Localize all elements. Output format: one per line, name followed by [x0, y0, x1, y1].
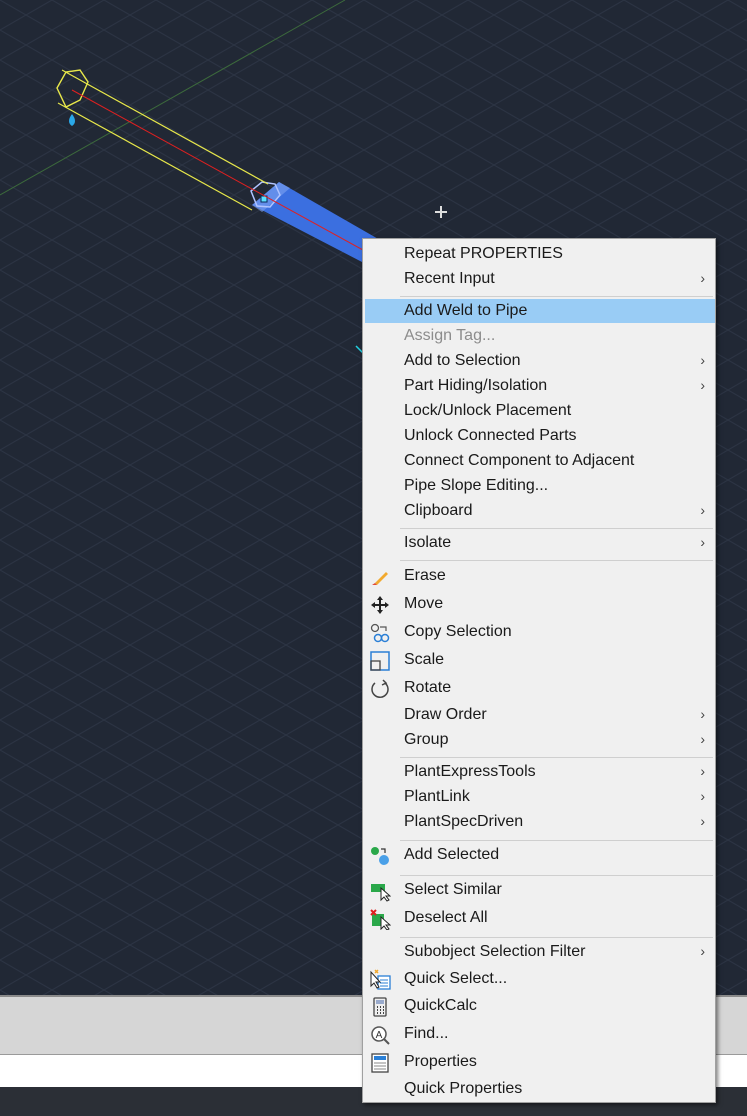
menu-item-label: Subobject Selection Filter	[404, 943, 586, 960]
menu-item-add-weld-to-pipe[interactable]: Add Weld to Pipe	[365, 299, 715, 323]
submenu-arrow-icon: ›	[700, 270, 705, 286]
submenu-arrow-icon: ›	[700, 352, 705, 368]
menu-item-connect-component-to-adjacent[interactable]: Connect Component to Adjacent	[365, 449, 715, 473]
submenu-arrow-icon: ›	[700, 813, 705, 829]
menu-separator	[400, 296, 713, 297]
menu-item-properties[interactable]: Properties	[365, 1050, 715, 1074]
properties-icon	[371, 1053, 389, 1073]
menu-item-label: Connect Component to Adjacent	[404, 452, 635, 469]
menu-item-label: Properties	[404, 1053, 477, 1070]
submenu-arrow-icon: ›	[700, 731, 705, 747]
menu-item-clipboard[interactable]: Clipboard ›	[365, 499, 715, 523]
menu-item-label: Group	[404, 731, 449, 748]
menu-item-find[interactable]: A Find...	[365, 1022, 715, 1046]
menu-item-label: Add Selected	[404, 846, 500, 863]
menu-item-label: Draw Order	[404, 706, 487, 723]
quick-select-icon	[370, 969, 391, 990]
menu-item-label: Erase	[404, 567, 446, 584]
submenu-arrow-icon: ›	[700, 763, 705, 779]
menu-separator	[400, 757, 713, 758]
menu-item-label: Add to Selection	[404, 352, 521, 369]
menu-item-draw-order[interactable]: Draw Order ›	[365, 703, 715, 727]
menu-item-label: Pipe Slope Editing...	[404, 477, 549, 494]
menu-item-subobject-selection-filter[interactable]: Subobject Selection Filter ›	[365, 940, 715, 964]
menu-separator	[400, 528, 713, 529]
menu-item-label: Assign Tag...	[404, 327, 496, 344]
menu-item-pipe-slope-editing[interactable]: Pipe Slope Editing...	[365, 474, 715, 498]
submenu-arrow-icon: ›	[700, 377, 705, 393]
menu-item-erase[interactable]: Erase	[365, 564, 715, 588]
scale-icon	[370, 651, 390, 671]
menu-item-add-to-selection[interactable]: Add to Selection ›	[365, 349, 715, 373]
find-icon: A	[371, 1026, 390, 1045]
calculator-icon	[373, 997, 387, 1017]
wire-edge-top	[61, 69, 269, 185]
menu-item-unlock-connected-parts[interactable]: Unlock Connected Parts	[365, 424, 715, 448]
menu-item-label: Select Similar	[404, 881, 502, 898]
menu-item-quick-select[interactable]: Quick Select...	[365, 967, 715, 991]
menu-item-select-similar[interactable]: Select Similar	[365, 878, 715, 902]
svg-text:A: A	[376, 1030, 383, 1041]
rotate-icon	[371, 679, 389, 698]
menu-item-label: Quick Select...	[404, 970, 508, 987]
menu-item-deselect-all[interactable]: Deselect All	[365, 906, 715, 930]
menu-item-isolate[interactable]: Isolate ›	[365, 531, 715, 555]
menu-item-recent-input[interactable]: Recent Input ›	[365, 267, 715, 291]
select-similar-icon	[371, 884, 391, 902]
menu-separator	[400, 560, 713, 561]
submenu-arrow-icon: ›	[700, 943, 705, 959]
menu-item-assign-tag: Assign Tag...	[365, 324, 715, 348]
menu-item-plantlink[interactable]: PlantLink ›	[365, 785, 715, 809]
menu-item-label: Add Weld to Pipe	[404, 302, 528, 319]
menu-item-label: Deselect All	[404, 909, 488, 926]
crosshair-cursor-icon	[435, 206, 447, 218]
menu-item-label: Scale	[404, 651, 445, 668]
deselect-all-icon	[370, 909, 391, 930]
menu-item-group[interactable]: Group ›	[365, 728, 715, 752]
menu-item-label: Quick Properties	[404, 1080, 523, 1097]
menu-item-rotate[interactable]: Rotate	[365, 676, 715, 700]
submenu-arrow-icon: ›	[700, 788, 705, 804]
menu-item-label: PlantExpressTools	[404, 763, 536, 780]
menu-item-label: Isolate	[404, 534, 452, 551]
copy-icon	[370, 623, 390, 643]
menu-item-label: Recent Input	[404, 270, 495, 287]
pipe-centerline	[71, 89, 373, 256]
menu-item-plantexpresstools[interactable]: PlantExpressTools ›	[365, 760, 715, 784]
menu-item-part-hiding-isolation[interactable]: Part Hiding/Isolation ›	[365, 374, 715, 398]
menu-item-move[interactable]: Move	[365, 592, 715, 616]
menu-item-label: PlantSpecDriven	[404, 813, 524, 830]
menu-item-label: Copy Selection	[404, 623, 512, 640]
add-selected-icon	[371, 847, 389, 865]
menu-item-label: Move	[404, 595, 444, 612]
menu-item-label: Repeat PROPERTIES	[404, 245, 563, 262]
submenu-arrow-icon: ›	[700, 706, 705, 722]
menu-separator	[400, 840, 713, 841]
submenu-arrow-icon: ›	[700, 534, 705, 550]
menu-item-quick-properties[interactable]: Quick Properties	[365, 1077, 715, 1101]
erase-icon	[372, 572, 388, 585]
menu-item-scale[interactable]: Scale	[365, 648, 715, 672]
menu-item-label: Clipboard	[404, 502, 473, 519]
flow-marker-icon	[69, 114, 75, 126]
menu-item-label: Unlock Connected Parts	[404, 427, 577, 444]
menu-item-label: Rotate	[404, 679, 452, 696]
menu-item-label: Part Hiding/Isolation	[404, 377, 548, 394]
menu-item-lock-unlock-placement[interactable]: Lock/Unlock Placement	[365, 399, 715, 423]
menu-item-add-selected[interactable]: Add Selected	[365, 843, 715, 867]
menu-item-label: Lock/Unlock Placement	[404, 402, 572, 419]
menu-separator	[400, 937, 713, 938]
menu-item-label: Find...	[404, 1025, 449, 1042]
menu-item-plantspecdriven[interactable]: PlantSpecDriven ›	[365, 810, 715, 834]
menu-item-label: QuickCalc	[404, 997, 477, 1014]
menu-item-copy-selection[interactable]: Copy Selection	[365, 620, 715, 644]
menu-item-label: PlantLink	[404, 788, 470, 805]
menu-item-quickcalc[interactable]: QuickCalc	[365, 994, 715, 1018]
menu-separator	[400, 875, 713, 876]
submenu-arrow-icon: ›	[700, 502, 705, 518]
menu-item-repeat-properties[interactable]: Repeat PROPERTIES	[365, 242, 715, 266]
wire-edge-bottom	[57, 102, 253, 211]
context-menu: Repeat PROPERTIES Recent Input › Add Weld t…	[362, 238, 716, 1103]
move-icon	[371, 596, 389, 614]
